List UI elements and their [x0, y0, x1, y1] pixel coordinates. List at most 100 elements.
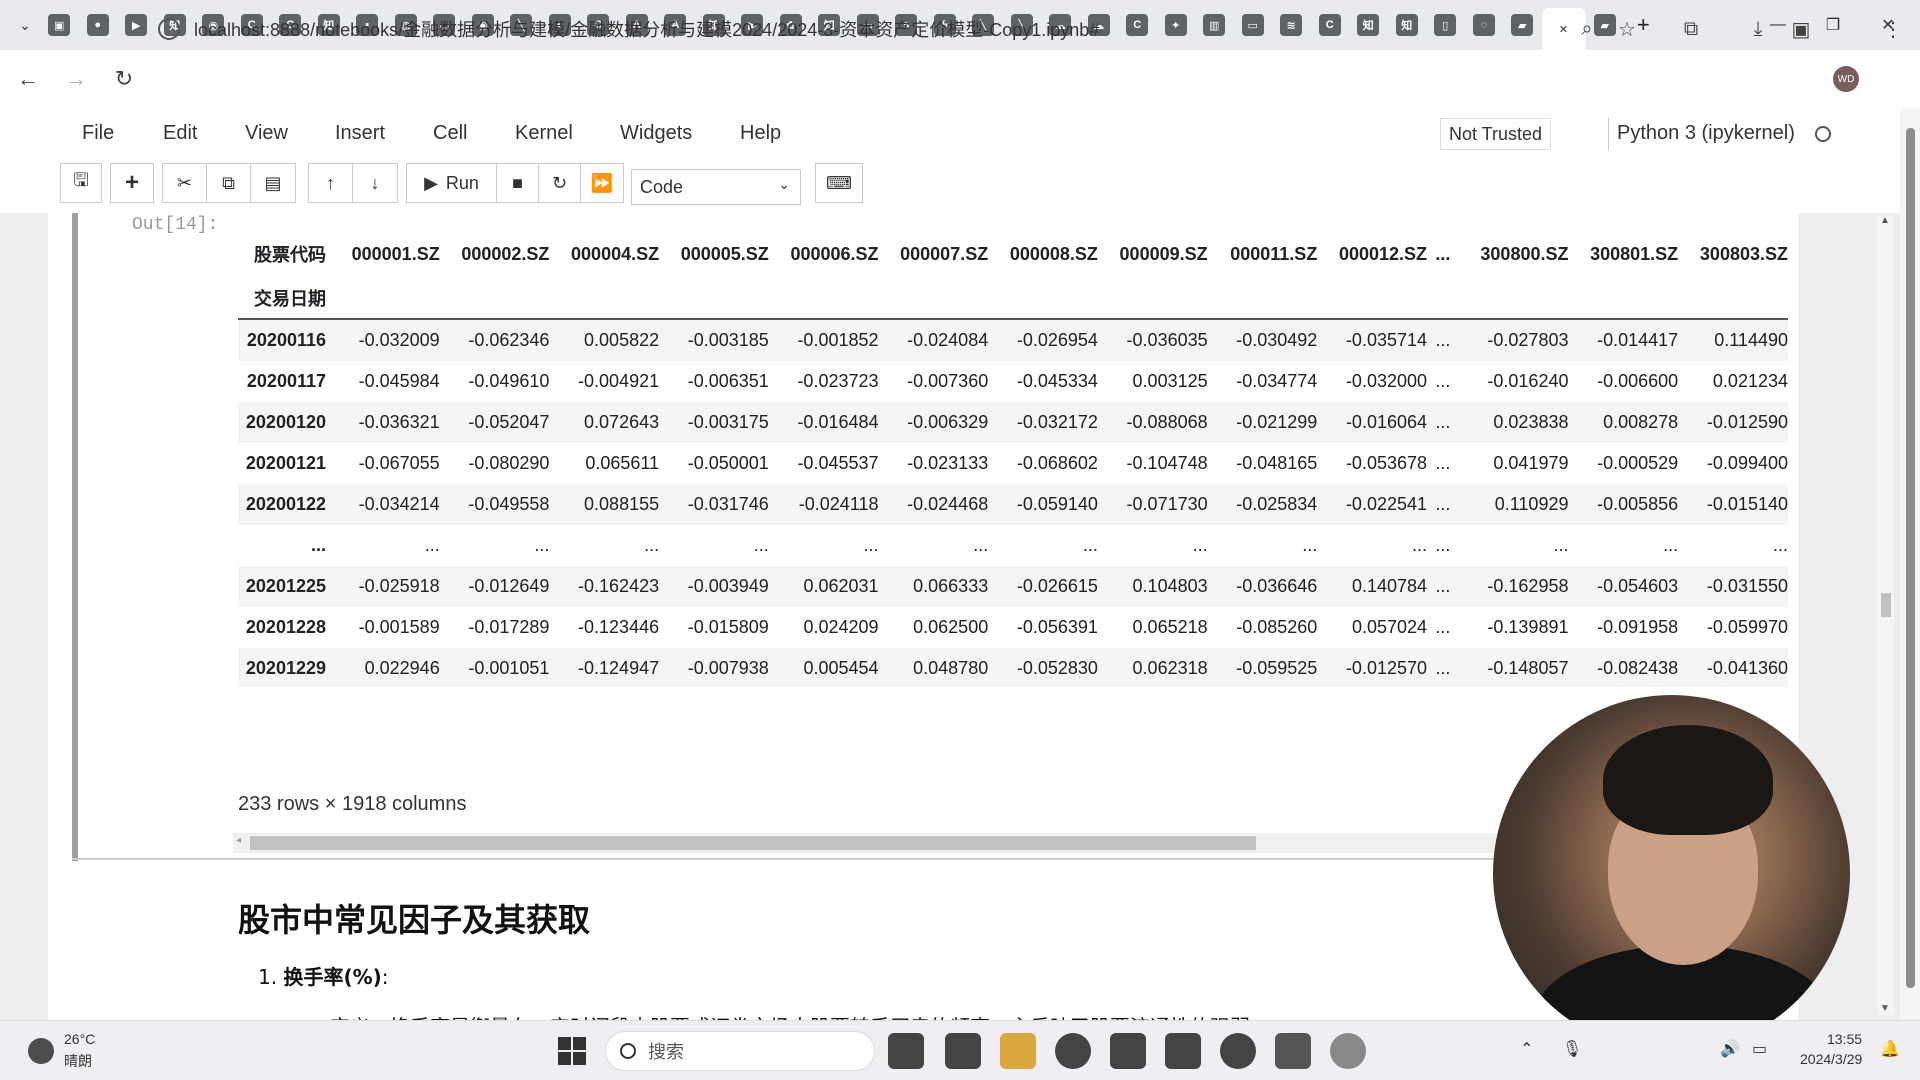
- tab-favicon-icon[interactable]: ●: [79, 7, 118, 43]
- taskbar-app-icon[interactable]: [1220, 1033, 1256, 1069]
- url-text[interactable]: localhost:8888/notebooks/金融数据分析与建模/金融数据分…: [194, 16, 1099, 42]
- taskbar-app-icon[interactable]: [1330, 1033, 1366, 1069]
- taskbar-app-icon[interactable]: [945, 1033, 981, 1069]
- copy-icon[interactable]: ⧉: [207, 164, 251, 202]
- clock-time[interactable]: 13:55: [1827, 1031, 1862, 1047]
- taskbar-search[interactable]: 搜索: [605, 1031, 875, 1071]
- menu-kernel[interactable]: Kernel: [515, 122, 573, 145]
- tab-favicon-icon[interactable]: ▯: [1426, 7, 1465, 43]
- column-header: 000005.SZ: [680, 243, 769, 264]
- taskbar-app-icon[interactable]: [888, 1033, 924, 1069]
- index-header-spacer: [1098, 277, 1208, 319]
- tab-favicon-icon[interactable]: C: [1118, 7, 1157, 43]
- back-arrow-icon[interactable]: ←: [8, 59, 48, 99]
- tab-favicon-icon[interactable]: ▭: [1234, 7, 1273, 43]
- table-cell: -0.041360: [1678, 648, 1788, 687]
- row-index: 20201225: [238, 566, 330, 607]
- kernel-idle-indicator-icon: [1815, 126, 1831, 142]
- kernel-name[interactable]: Python 3 (ipykernel): [1617, 122, 1795, 145]
- reload-icon[interactable]: ↻: [104, 59, 144, 99]
- column-header: 000011.SZ: [1230, 243, 1318, 264]
- tab-favicon-icon[interactable]: C: [1311, 7, 1350, 43]
- chrome-browser-icon[interactable]: [1055, 1033, 1091, 1069]
- tab-favicon-icon[interactable]: ◌: [1465, 7, 1504, 43]
- table-cell: -0.162423: [549, 566, 660, 607]
- url-bar[interactable]: localhost:8888/notebooks/金融数据分析与建模/金融数据分…: [158, 12, 1099, 46]
- tab-favicon-icon[interactable]: ▶: [117, 7, 156, 43]
- tab-favicon-icon[interactable]: ✦: [1157, 7, 1196, 43]
- menu-file[interactable]: File: [82, 122, 114, 145]
- extensions-icon[interactable]: ⧉: [1676, 14, 1706, 44]
- save-icon[interactable]: 🖫: [60, 163, 102, 203]
- menu-view[interactable]: View: [245, 122, 288, 145]
- restart-icon[interactable]: ↻: [539, 164, 581, 202]
- scroll-down-arrow-icon[interactable]: ▼: [1880, 1003, 1890, 1014]
- move-down-arrow-icon[interactable]: ↓: [353, 164, 397, 202]
- battery-icon[interactable]: ▭: [1752, 1039, 1767, 1059]
- maximize-icon[interactable]: ❐: [1810, 10, 1856, 40]
- scroll-up-arrow-icon[interactable]: ▲: [1880, 215, 1890, 226]
- forward-arrow-icon[interactable]: →: [56, 59, 96, 99]
- table-cell: ...: [753, 535, 769, 555]
- menu-cell[interactable]: Cell: [433, 122, 467, 145]
- run-button[interactable]: ▶ Run: [407, 164, 497, 202]
- table-cell: -0.000529: [1597, 453, 1679, 473]
- browser-menu-icon[interactable]: ⋮: [1878, 14, 1908, 44]
- bookmark-star-icon[interactable]: ☆: [1612, 14, 1642, 44]
- tab-search-chevron-down-icon[interactable]: ⌄: [10, 10, 40, 40]
- tab-favicon-icon[interactable]: ▣: [40, 7, 79, 43]
- stop-square-icon[interactable]: ■: [497, 164, 539, 202]
- terminal-icon[interactable]: [1165, 1033, 1201, 1069]
- file-explorer-icon[interactable]: [1000, 1033, 1036, 1069]
- profile-avatar[interactable]: WD: [1833, 66, 1859, 92]
- windows-start-icon[interactable]: [558, 1037, 586, 1065]
- index-header-spacer: [1317, 277, 1427, 319]
- site-info-icon[interactable]: [158, 18, 180, 40]
- cut-scissors-icon[interactable]: ✂: [163, 164, 207, 202]
- menu-widgets[interactable]: Widgets: [620, 122, 692, 145]
- tab-favicon-icon[interactable]: 知: [1349, 7, 1388, 43]
- row-index: 20200116: [238, 320, 330, 361]
- row-index: 20200120: [238, 402, 330, 443]
- table-cell: 0.005454: [768, 648, 879, 687]
- tray-chevron-up-icon[interactable]: ⌃: [1520, 1039, 1533, 1059]
- scroll-left-arrow-icon[interactable]: ◂: [236, 835, 241, 846]
- microphone-icon[interactable]: 🎙: [1562, 1039, 1582, 1059]
- column-header: 000009.SZ: [1119, 243, 1208, 264]
- tab-favicon-icon[interactable]: ▰: [1503, 7, 1542, 43]
- column-header: 000012.SZ: [1338, 243, 1428, 264]
- volume-icon[interactable]: 🔊: [1720, 1039, 1740, 1059]
- side-panel-icon[interactable]: ▣: [1786, 14, 1816, 44]
- output-horizontal-scroll-thumb[interactable]: [250, 836, 1256, 850]
- fast-forward-icon[interactable]: ⏩: [581, 164, 623, 202]
- weather-description[interactable]: 晴朗: [64, 1051, 92, 1071]
- table-cell: 0.088155: [549, 484, 660, 525]
- notebook-vertical-scroll-thumb[interactable]: [1881, 593, 1891, 617]
- menu-insert[interactable]: Insert: [335, 122, 385, 145]
- table-cell: -0.059525: [1207, 648, 1318, 687]
- taskbar-app-icon[interactable]: [1110, 1033, 1146, 1069]
- table-cell: -0.024118: [768, 484, 879, 525]
- weather-temperature[interactable]: 26°C: [64, 1031, 95, 1047]
- menu-help[interactable]: Help: [740, 122, 781, 145]
- menu-edit[interactable]: Edit: [163, 122, 197, 145]
- page-vertical-scroll-thumb[interactable]: [1906, 128, 1915, 988]
- tab-favicon-icon[interactable]: 知: [1388, 7, 1427, 43]
- zoom-icon[interactable]: ⌕: [1572, 14, 1602, 44]
- add-cell-plus-icon[interactable]: +: [110, 163, 154, 203]
- keyboard-shortcuts-icon[interactable]: ⌨: [815, 163, 863, 203]
- index-header-spacer: [988, 277, 1098, 319]
- weather-icon[interactable]: [28, 1038, 54, 1064]
- trust-status-button[interactable]: Not Trusted: [1440, 118, 1552, 150]
- tab-favicon-icon[interactable]: ≋: [1272, 7, 1311, 43]
- clock-date[interactable]: 2024/3/29: [1800, 1051, 1862, 1067]
- tab-favicon-icon[interactable]: ▥: [1195, 7, 1234, 43]
- cell-type-select[interactable]: Code ⌄: [631, 169, 801, 205]
- move-up-arrow-icon[interactable]: ↑: [309, 164, 353, 202]
- cell-type-value: Code: [640, 176, 684, 197]
- paste-icon[interactable]: ▤: [251, 164, 295, 202]
- wps-icon[interactable]: [1275, 1033, 1311, 1069]
- webcam-overlay: [1493, 695, 1850, 1052]
- download-icon[interactable]: ⤓: [1743, 14, 1773, 44]
- notification-bell-icon[interactable]: 🔔: [1880, 1039, 1900, 1059]
